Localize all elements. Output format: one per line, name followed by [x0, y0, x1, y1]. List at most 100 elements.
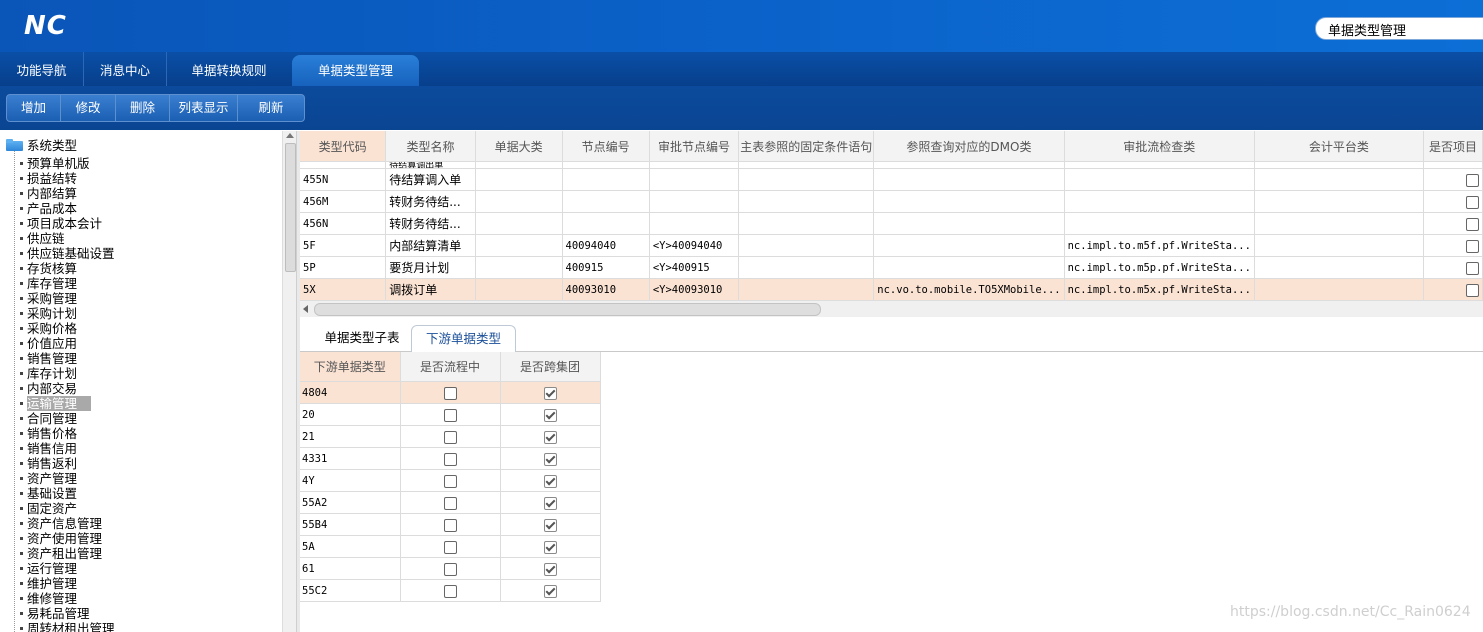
- column-header[interactable]: 审批节点编号: [649, 131, 740, 162]
- tree-item[interactable]: 内部结算: [20, 186, 77, 201]
- tab-bill-conversion-rules[interactable]: 单据转换规则: [167, 52, 291, 86]
- checkbox[interactable]: [543, 408, 557, 422]
- checkbox[interactable]: [1466, 195, 1479, 209]
- column-header[interactable]: 单据大类: [475, 131, 563, 162]
- checkbox[interactable]: [543, 386, 557, 400]
- checkbox[interactable]: [1466, 173, 1479, 187]
- edit-button[interactable]: 修改: [61, 95, 116, 121]
- column-header[interactable]: 节点编号: [562, 131, 650, 162]
- checkbox[interactable]: [1466, 261, 1479, 275]
- tree-item[interactable]: 项目成本会计: [20, 216, 102, 231]
- tree-item[interactable]: 周转材租出管理: [20, 621, 115, 632]
- checkbox[interactable]: [1466, 239, 1479, 253]
- tree-item[interactable]: 库存管理: [20, 276, 77, 291]
- checkbox[interactable]: [443, 496, 457, 510]
- checkbox[interactable]: [543, 474, 557, 488]
- tree-item[interactable]: 销售返利: [20, 456, 77, 471]
- tree-item[interactable]: 内部交易: [20, 381, 77, 396]
- tree-item[interactable]: 资产管理: [20, 471, 77, 486]
- list-view-button[interactable]: 列表显示: [170, 95, 238, 121]
- tree-item[interactable]: 采购管理: [20, 291, 77, 306]
- checkbox[interactable]: [443, 386, 457, 400]
- tree-item[interactable]: 合同管理: [20, 411, 77, 426]
- column-header[interactable]: 是否流程中: [400, 352, 501, 382]
- tree-item[interactable]: 采购计划: [20, 306, 77, 321]
- delete-button[interactable]: 删除: [116, 95, 170, 121]
- tab-function-navigation[interactable]: 功能导航: [0, 52, 84, 86]
- tree-item[interactable]: 存货核算: [20, 261, 77, 276]
- tree-item[interactable]: 固定资产: [20, 501, 77, 516]
- tree-item[interactable]: 产品成本: [20, 201, 77, 216]
- checkbox[interactable]: [443, 430, 457, 444]
- hscroll-thumb[interactable]: [314, 303, 821, 316]
- checkbox[interactable]: [1466, 283, 1479, 297]
- scroll-up-icon[interactable]: [286, 133, 294, 138]
- tree-item[interactable]: 资产信息管理: [20, 516, 102, 531]
- tree-item[interactable]: 销售管理: [20, 351, 77, 366]
- tab-bill-type-subtable[interactable]: 单据类型子表: [314, 325, 410, 351]
- table-row[interactable]: 5P 要货月计划 400915 <Y>400915 nc.impl.to.m5p.pf.…: [300, 256, 1483, 279]
- checkbox[interactable]: [543, 584, 557, 598]
- tree-item[interactable]: 维护管理: [20, 576, 77, 591]
- checkbox[interactable]: [443, 584, 457, 598]
- tree-root[interactable]: 系统类型: [6, 137, 77, 153]
- tree-item[interactable]: 供应链: [20, 231, 65, 246]
- tree-scrollbar[interactable]: [282, 131, 297, 632]
- tree-item[interactable]: 价值应用: [20, 336, 77, 351]
- column-header[interactable]: 审批流检查类: [1064, 131, 1255, 162]
- table-row[interactable]: 61: [300, 557, 601, 580]
- checkbox[interactable]: [543, 496, 557, 510]
- checkbox[interactable]: [443, 518, 457, 532]
- checkbox[interactable]: [543, 518, 557, 532]
- table-row[interactable]: 待结算调出单: [300, 161, 1483, 169]
- tree-item[interactable]: 运输管理: [20, 396, 92, 411]
- tree-item[interactable]: 资产租出管理: [20, 546, 102, 561]
- table-row[interactable]: 4Y: [300, 469, 601, 492]
- tree-item[interactable]: 损益结转: [20, 171, 77, 186]
- table-row[interactable]: 4331: [300, 447, 601, 470]
- tree-scroll-thumb[interactable]: [285, 143, 296, 272]
- tab-downstream-bill-type[interactable]: 下游单据类型: [411, 325, 516, 353]
- scroll-left-icon[interactable]: [303, 305, 308, 313]
- table-row[interactable]: 21: [300, 425, 601, 448]
- checkbox[interactable]: [543, 452, 557, 466]
- table-row[interactable]: 456M 转财务待结...: [300, 190, 1483, 213]
- checkbox[interactable]: [543, 430, 557, 444]
- checkbox[interactable]: [443, 562, 457, 576]
- column-header[interactable]: 会计平台类: [1254, 131, 1424, 162]
- column-header[interactable]: 类型名称: [385, 131, 476, 162]
- table-row[interactable]: 455N 待结算调入单: [300, 168, 1483, 191]
- column-header[interactable]: 是否跨集团: [500, 352, 601, 382]
- tree-item[interactable]: 供应链基础设置: [20, 246, 115, 261]
- checkbox[interactable]: [543, 540, 557, 554]
- column-header[interactable]: 主表参照的固定条件语句: [738, 131, 875, 162]
- tab-message-center[interactable]: 消息中心: [84, 52, 167, 86]
- search-input[interactable]: 单据类型管理: [1315, 17, 1483, 40]
- table-row[interactable]: 456N 转财务待结...: [300, 212, 1483, 235]
- table-row[interactable]: 5A: [300, 535, 601, 558]
- column-header[interactable]: 下游单据类型: [300, 352, 401, 382]
- checkbox[interactable]: [443, 474, 457, 488]
- add-button[interactable]: 增加: [7, 95, 61, 121]
- column-header[interactable]: 类型代码: [300, 131, 387, 162]
- main-table-hscrollbar[interactable]: [300, 300, 1483, 317]
- table-row[interactable]: 55B4: [300, 513, 601, 536]
- tree-item[interactable]: 销售价格: [20, 426, 77, 441]
- tree-item[interactable]: 预算单机版: [20, 156, 90, 171]
- tree-item[interactable]: 采购价格: [20, 321, 77, 336]
- checkbox[interactable]: [543, 562, 557, 576]
- tree-item[interactable]: 运行管理: [20, 561, 77, 576]
- checkbox[interactable]: [443, 540, 457, 554]
- refresh-button[interactable]: 刷新: [238, 95, 304, 121]
- column-header[interactable]: 参照查询对应的DMO类: [873, 131, 1065, 162]
- table-row[interactable]: 20: [300, 403, 601, 426]
- tree-item[interactable]: 基础设置: [20, 486, 77, 501]
- tree-item[interactable]: 易耗品管理: [20, 606, 90, 621]
- checkbox[interactable]: [443, 408, 457, 422]
- table-row[interactable]: 55A2: [300, 491, 601, 514]
- table-row[interactable]: 5F 内部结算清单 40094040 <Y>40094040 nc.impl.to.m5…: [300, 234, 1483, 257]
- tab-bill-type-management[interactable]: 单据类型管理: [292, 55, 419, 86]
- table-row[interactable]: 4804: [300, 381, 601, 404]
- checkbox[interactable]: [443, 452, 457, 466]
- checkbox[interactable]: [1466, 217, 1479, 231]
